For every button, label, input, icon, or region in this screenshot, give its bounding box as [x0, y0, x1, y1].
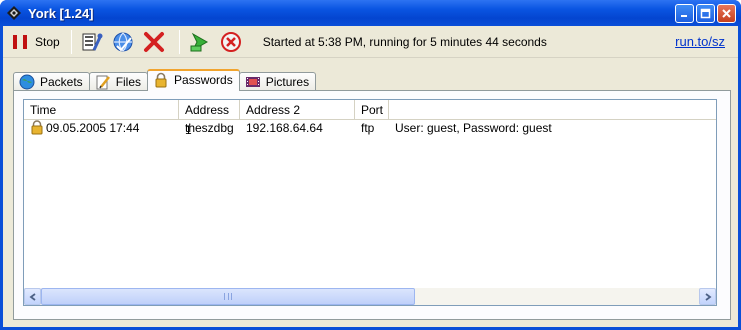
tab-label: Pictures: [265, 75, 310, 89]
chevron-left-icon: [29, 292, 36, 301]
stop-label: Stop: [35, 34, 60, 49]
tools-icon: [82, 33, 103, 51]
scroll-right-button[interactable]: [699, 288, 716, 305]
maximize-button[interactable]: [696, 3, 715, 23]
minimize-button[interactable]: [675, 3, 694, 23]
delete-x-icon: [143, 31, 164, 52]
globe-icon: [19, 74, 35, 90]
grip-icon: [224, 293, 232, 300]
toolbar: Stop Started at 5:38 PM, running for 5 m…: [3, 26, 738, 58]
tab-label: Files: [115, 75, 142, 89]
cell-time: 09.05.2005 17:44: [24, 120, 179, 137]
pause-icon: [13, 34, 27, 49]
time-value: 09.05.2005 17:44: [46, 121, 140, 135]
toolbar-separator: [70, 29, 72, 54]
web-icon: [113, 32, 133, 51]
table-row[interactable]: 09.05.2005 17:44 theszdbg 192.168.64.64 …: [24, 120, 716, 137]
passwords-list[interactable]: Time Address 1 Address 2 Port 09.05.2005…: [23, 99, 717, 306]
column-header-address2[interactable]: Address 2: [240, 100, 355, 120]
app-window: York [1.24] Stop Started at 5:38 PM, run…: [0, 0, 741, 330]
delete-button[interactable]: [141, 29, 167, 55]
column-header-info[interactable]: [389, 100, 715, 120]
tab-passwords[interactable]: Passwords: [147, 69, 240, 91]
column-header-address1[interactable]: Address 1: [179, 100, 240, 137]
scroll-track[interactable]: [41, 288, 699, 305]
title-bar[interactable]: York [1.24]: [0, 0, 741, 26]
tab-label: Packets: [40, 75, 83, 89]
stop-button[interactable]: Stop: [9, 29, 64, 55]
horizontal-scrollbar[interactable]: [24, 288, 716, 305]
maximize-icon: [700, 8, 711, 18]
column-header-port[interactable]: Port: [355, 100, 389, 120]
cancel-button[interactable]: [218, 29, 244, 55]
cancel-circle-icon: [220, 31, 241, 52]
cell-port: ftp: [361, 121, 375, 135]
close-button[interactable]: [717, 3, 736, 23]
tab-pictures[interactable]: Pictures: [238, 72, 317, 91]
status-text: Started at 5:38 PM, running for 5 minute…: [262, 34, 547, 49]
tab-strip: Packets Files Passwords Pictures: [13, 69, 317, 91]
green-arrow-icon: [190, 32, 208, 51]
chevron-right-icon: [704, 292, 711, 301]
window-title: York [1.24]: [28, 5, 94, 21]
toolbar-separator: [178, 29, 180, 54]
minimize-icon: [681, 14, 687, 17]
app-logo-icon: [6, 5, 22, 21]
pencil-icon: [95, 74, 111, 90]
cell-address1: theszdbg: [185, 121, 234, 135]
cell-address2: 192.168.64.64: [246, 121, 323, 135]
website-link[interactable]: run.to/sz: [675, 34, 725, 49]
scroll-thumb[interactable]: [41, 288, 415, 305]
web-button[interactable]: [110, 29, 136, 55]
client-area: Stop Started at 5:38 PM, running for 5 m…: [3, 26, 738, 327]
list-header: Time Address 1 Address 2 Port: [24, 100, 716, 137]
film-icon: [245, 74, 261, 90]
forward-button[interactable]: [187, 29, 213, 55]
passwords-panel: Time Address 1 Address 2 Port 09.05.2005…: [13, 90, 731, 320]
scroll-left-button[interactable]: [24, 288, 41, 305]
close-icon: [722, 8, 731, 18]
tab-files[interactable]: Files: [88, 72, 149, 91]
tab-packets[interactable]: Packets: [13, 72, 90, 91]
cell-info: User: guest, Password: guest: [395, 121, 552, 135]
tab-label: Passwords: [174, 73, 233, 87]
column-header-time[interactable]: Time: [24, 100, 179, 120]
tools-button[interactable]: [79, 29, 105, 55]
lock-icon: [153, 72, 169, 88]
lock-icon: [30, 120, 44, 137]
